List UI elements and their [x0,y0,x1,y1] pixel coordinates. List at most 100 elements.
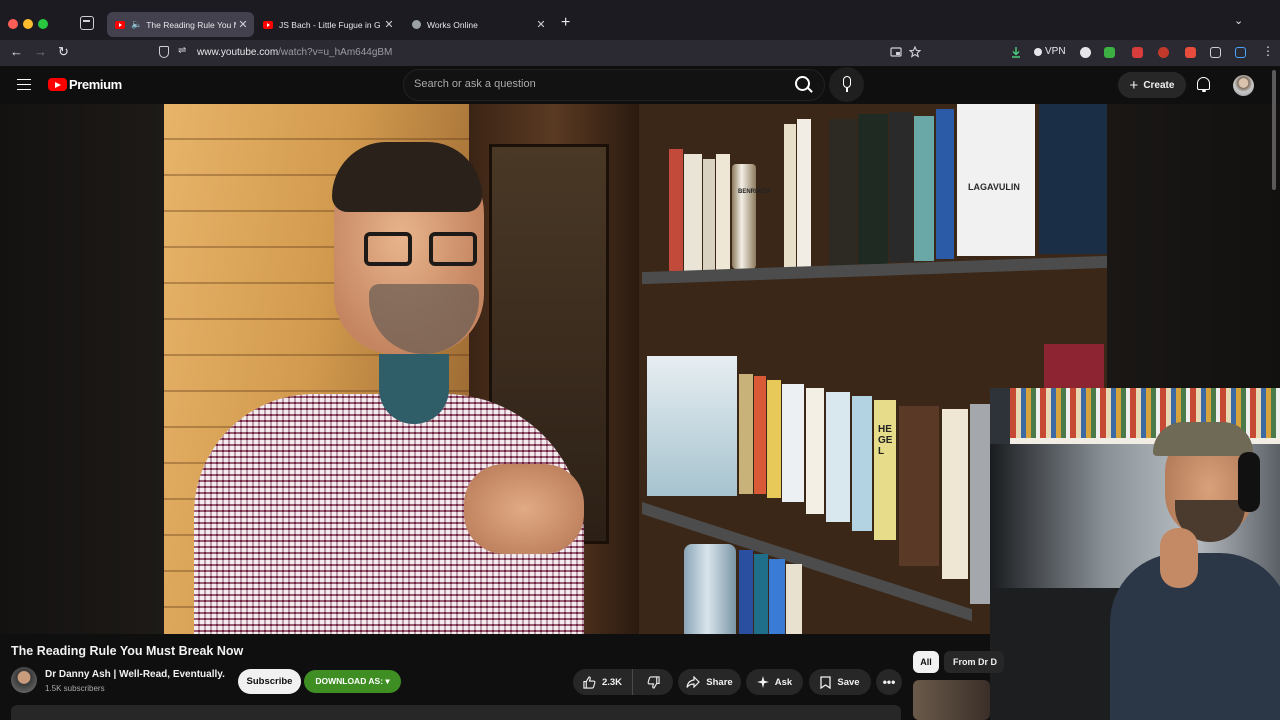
recommended-video-thumbnail[interactable] [913,680,990,720]
account-avatar[interactable] [1233,75,1254,96]
channel-avatar[interactable] [11,667,37,693]
youtube-logo-icon[interactable] [48,78,67,91]
search-input[interactable] [414,78,784,90]
minimize-window-button[interactable] [23,19,33,29]
hamburger-menu-icon[interactable] [17,79,31,90]
presenter-collar [379,354,449,424]
url-path: /watch?v=u_hAm644gBM [278,47,393,58]
book [739,374,753,494]
book [782,384,804,502]
browser-nav-bar: ← → ↻ ⇌ www.youtube.com/watch?v=u_hAm644… [0,40,1280,66]
book [769,559,785,634]
more-actions-button[interactable]: ••• [876,669,902,695]
tab-works-online[interactable]: Works Online ✕ [404,12,552,37]
green-extension-icon[interactable] [1104,47,1115,58]
subscriber-count: 1.5K subscribers [45,684,105,693]
whisky-bottle [732,164,756,269]
webcam-overlay [990,388,1280,720]
tab-manager-icon[interactable] [80,16,94,30]
video-title: The Reading Rule You Must Break Now [11,644,244,658]
book [889,112,913,262]
picture-in-picture-icon[interactable] [890,46,902,58]
book [797,119,811,271]
badge-extension-icon[interactable] [1132,47,1143,58]
globe-icon [412,20,421,29]
bookmark-star-icon[interactable] [909,46,921,58]
webcam-foreground [990,588,1120,720]
book [826,392,850,522]
presenter-hands [464,464,584,554]
youtube-premium-logo[interactable]: Premium [69,77,122,92]
new-tab-button[interactable]: + [561,14,570,32]
youtube-icon [115,20,125,29]
ask-button[interactable]: Ask [746,669,803,695]
extensions-puzzle-icon[interactable] [1210,47,1221,58]
book [786,564,802,634]
sparkle-icon [756,676,769,688]
sidebar-toggle-icon[interactable] [1235,47,1246,58]
like-button[interactable]: 2.3K [573,669,633,695]
browser-tab-bar: 🔈 The Reading Rule You Must ✕ JS Bach - … [0,0,1280,40]
url-bar[interactable]: www.youtube.com/watch?v=u_hAm644gBM [197,47,392,58]
permissions-icon[interactable]: ⇌ [178,45,186,56]
book [806,388,824,514]
book [852,396,872,531]
filter-chip-all[interactable]: All [913,651,939,673]
video-letterbox-left [0,104,164,634]
grammar-extension-icon[interactable] [1080,47,1091,58]
book [858,114,888,264]
share-button[interactable]: Share [678,669,741,695]
book [647,356,737,496]
channel-name[interactable]: Dr Danny Ash | Well-Read, Eventually. [45,669,225,680]
voice-search-mic-icon[interactable] [829,67,864,102]
presenter-hair [332,142,482,212]
youtube-header: Premium + Create [0,66,1280,104]
thumbs-down-icon [647,675,660,689]
webcam-person-hand [1160,528,1198,588]
list-tabs-chevron-icon[interactable]: ⌄ [1234,14,1243,27]
search-box[interactable] [403,69,825,101]
dislike-button[interactable] [633,669,673,695]
adblock-plus-icon[interactable] [1158,47,1169,58]
lagavulin-box [957,104,1035,256]
close-tab-icon[interactable]: ✕ [236,18,250,31]
reload-icon[interactable]: ↻ [58,44,69,60]
close-window-button[interactable] [8,19,18,29]
close-tab-icon[interactable]: ✕ [382,18,396,31]
subscribe-button[interactable]: Subscribe [238,669,301,694]
book [936,109,954,259]
description-box[interactable] [11,705,901,720]
back-arrow-icon[interactable]: ← [10,44,23,59]
red-extension-icon[interactable] [1185,47,1196,58]
vpn-button[interactable]: VPN [1034,46,1066,57]
tab-title: JS Bach - Little Fugue in G Mino [279,19,382,30]
benriach-tin [684,544,736,634]
download-icon[interactable] [1010,46,1022,58]
like-dislike-group: 2.3K [573,669,673,695]
bottle-label: BENRIACH [738,189,770,195]
dictionary-book [1039,104,1107,254]
book [716,154,730,271]
browser-menu-icon[interactable]: ⋮ [1262,44,1274,58]
maximize-window-button[interactable] [38,19,48,29]
tracking-shield-icon[interactable] [159,46,169,58]
save-button[interactable]: Save [809,669,871,695]
close-tab-icon[interactable]: ✕ [534,18,548,31]
search-icon[interactable] [795,76,810,91]
book [703,159,715,271]
create-button[interactable]: + Create [1118,72,1186,98]
youtube-icon [263,20,273,29]
vpn-icon [1034,47,1042,56]
lagavulin-label: LAGAVULIN [968,182,1020,192]
notifications-bell-icon[interactable] [1197,77,1210,92]
tab-js-bach[interactable]: JS Bach - Little Fugue in G Mino ✕ [255,12,400,37]
forward-arrow-icon[interactable]: → [34,44,47,59]
tab-reading-rule[interactable]: 🔈 The Reading Rule You Must ✕ [107,12,254,37]
book [784,124,796,274]
video-frame[interactable]: BENRIACH LAGAVULIN HEGEL [164,104,1107,634]
book [669,149,683,271]
page-scrollbar[interactable] [1272,70,1276,190]
download-as-button[interactable]: DOWNLOAD AS: ▾ [304,670,401,693]
filter-chip-from-channel[interactable]: From Dr D [944,651,1004,673]
speaker-icon[interactable]: 🔈 [131,19,142,30]
